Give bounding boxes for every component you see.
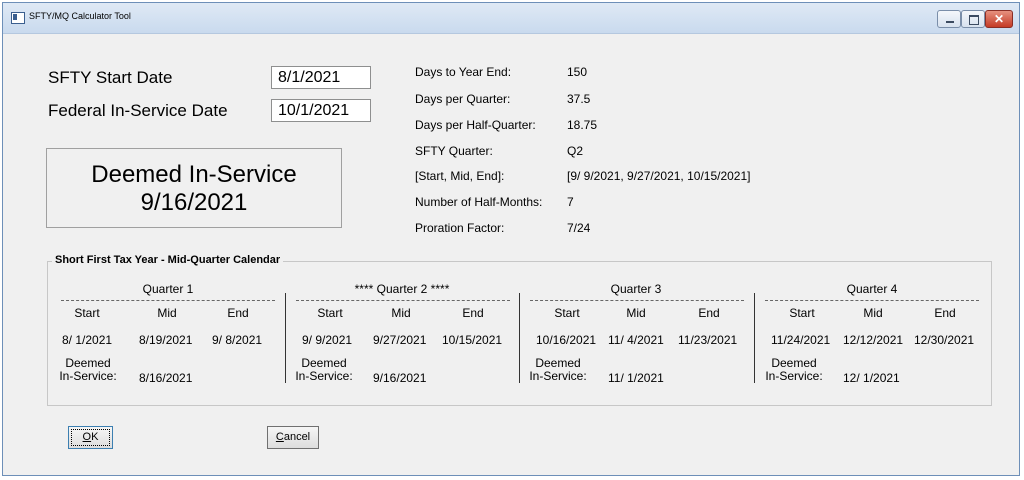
quarter-4-mid-header: Mid — [863, 306, 883, 320]
days-per-quarter-value: 37.5 — [567, 92, 591, 106]
quarter-4-start: 11/24/2021 — [771, 333, 831, 347]
quarter-1-start-header: Start — [74, 306, 100, 320]
start-mid-end-label: [Start, Mid, End]: — [415, 169, 505, 183]
sfty-start-input[interactable]: 8/1/2021 — [271, 66, 371, 89]
quarter-4-start-header: Start — [789, 306, 815, 320]
quarter-separator — [754, 293, 755, 383]
quarter-3-deemed-label: Deemed In-Service: — [529, 356, 587, 383]
quarter-3-start-header: Start — [554, 306, 580, 320]
sfty-quarter-label: SFTY Quarter: — [415, 144, 493, 158]
cancel-button[interactable]: Cancel — [267, 426, 319, 449]
deemed-in-service-panel: Deemed In-Service 9/16/2021 — [46, 148, 342, 228]
quarter-2-title: **** Quarter 2 **** — [354, 282, 450, 296]
quarter-3-mid: 11/ 4/2021 — [608, 333, 664, 347]
maximize-button[interactable] — [961, 10, 985, 28]
quarter-1-mid: 8/19/2021 — [139, 333, 193, 347]
federal-in-service-input[interactable]: 10/1/2021 — [271, 99, 371, 122]
title-bar[interactable]: SFTY/MQ Calculator Tool ✕ — [3, 3, 1019, 34]
quarter-2-deemed: 9/16/2021 — [373, 371, 427, 385]
quarter-1-mid-header: Mid — [157, 306, 177, 320]
quarter-4-title: Quarter 4 — [846, 282, 898, 296]
proration-factor-value: 7/24 — [567, 221, 591, 235]
close-icon: ✕ — [993, 12, 1005, 26]
quarter-4-mid: 12/12/2021 — [843, 333, 904, 347]
days-per-half-quarter-label: Days per Half-Quarter: — [415, 118, 536, 132]
sfty-quarter-value: Q2 — [567, 144, 584, 158]
quarter-2-divider — [296, 300, 510, 301]
quarter-separator — [285, 293, 286, 383]
days-per-half-quarter-value: 18.75 — [567, 118, 598, 132]
quarter-3-end: 11/23/2021 — [678, 333, 738, 347]
maximize-icon — [969, 15, 979, 25]
quarter-2-end-header: End — [462, 306, 484, 320]
quarter-3-deemed: 11/ 1/2021 — [608, 371, 664, 385]
quarter-3-title: Quarter 3 — [610, 282, 662, 296]
quarter-1-deemed-label: Deemed In-Service: — [59, 356, 117, 383]
quarter-4-divider — [765, 300, 979, 301]
half-months-value: 7 — [567, 195, 574, 209]
close-button[interactable]: ✕ — [985, 10, 1013, 28]
deemed-in-service-date: 9/16/2021 — [140, 189, 248, 216]
days-per-quarter-label: Days per Quarter: — [415, 92, 511, 106]
quarter-1-end: 9/ 8/2021 — [212, 333, 263, 347]
calendar-group-title: Short First Tax Year - Mid-Quarter Calen… — [52, 254, 284, 266]
proration-factor-label: Proration Factor: — [415, 221, 505, 235]
quarter-1-deemed: 8/16/2021 — [139, 371, 193, 385]
half-months-label: Number of Half-Months: — [415, 195, 543, 209]
quarter-3-start: 10/16/2021 — [536, 333, 597, 347]
days-to-year-end-label: Days to Year End: — [415, 65, 512, 79]
quarter-2-mid-header: Mid — [391, 306, 411, 320]
quarter-1-title: Quarter 1 — [142, 282, 194, 296]
quarter-4-deemed-label: Deemed In-Service: — [765, 356, 823, 383]
quarter-2-start: 9/ 9/2021 — [302, 333, 353, 347]
quarter-1-start: 8/ 1/2021 — [62, 333, 113, 347]
quarter-3-mid-header: Mid — [626, 306, 646, 320]
quarter-4-end: 12/30/2021 — [914, 333, 975, 347]
minimize-icon — [946, 21, 954, 23]
quarter-3-divider — [530, 300, 744, 301]
federal-in-service-label: Federal In-Service Date — [48, 101, 228, 120]
quarter-1-end-header: End — [227, 306, 249, 320]
app-icon — [11, 12, 25, 24]
quarter-2-end: 10/15/2021 — [442, 333, 503, 347]
quarter-separator — [519, 293, 520, 383]
window-title: SFTY/MQ Calculator Tool — [29, 11, 131, 21]
quarter-4-deemed: 12/ 1/2021 — [843, 371, 900, 385]
deemed-in-service-title: Deemed In-Service — [91, 161, 297, 188]
quarter-2-deemed-label: Deemed In-Service: — [295, 356, 353, 383]
minimize-button[interactable] — [937, 10, 961, 28]
quarter-3-end-header: End — [698, 306, 720, 320]
quarter-2-mid: 9/27/2021 — [373, 333, 427, 347]
ok-button[interactable]: OK — [68, 426, 113, 449]
quarter-1-divider — [61, 300, 275, 301]
sfty-start-label: SFTY Start Date — [48, 68, 173, 87]
quarter-2-start-header: Start — [317, 306, 343, 320]
quarter-4-end-header: End — [934, 306, 956, 320]
start-mid-end-value: [9/ 9/2021, 9/27/2021, 10/15/2021] — [567, 169, 751, 183]
days-to-year-end-value: 150 — [567, 65, 588, 79]
